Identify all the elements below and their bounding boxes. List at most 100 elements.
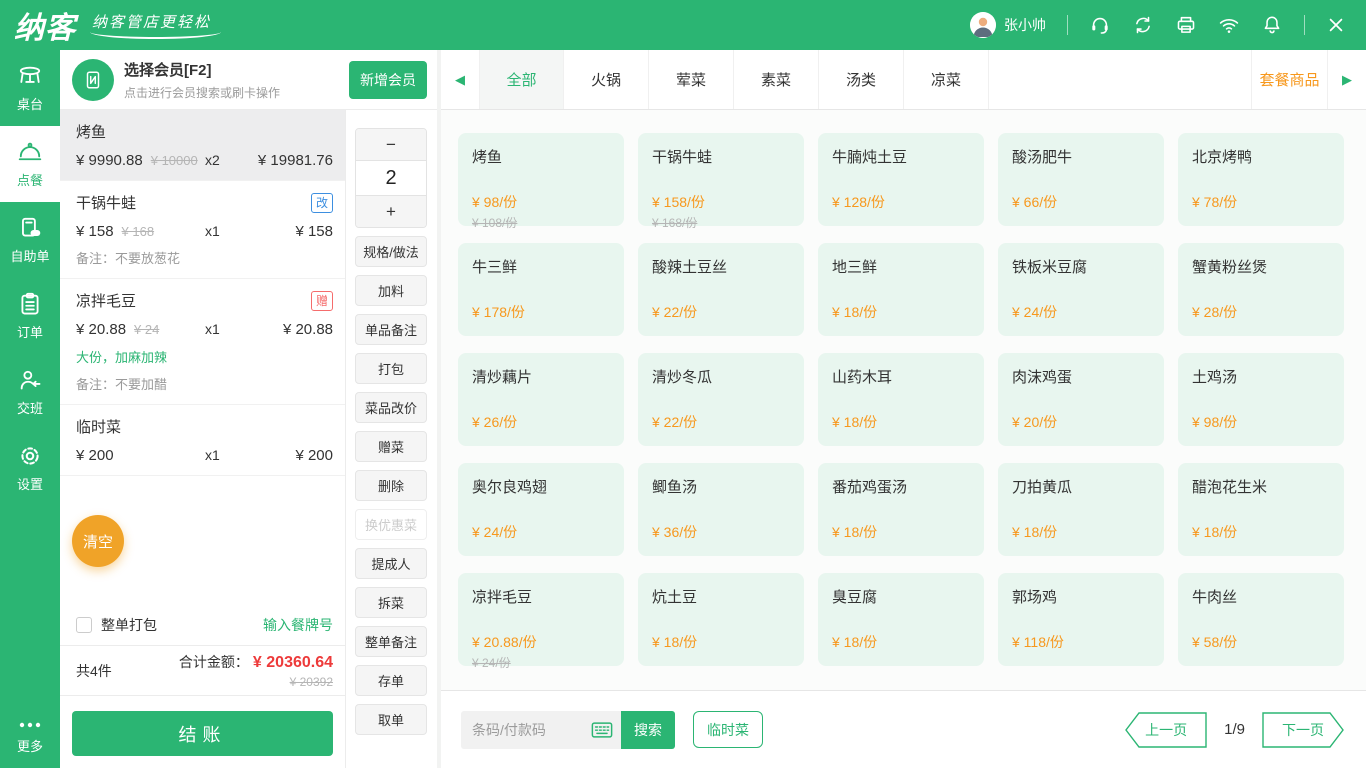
barcode-input[interactable] xyxy=(472,722,591,738)
sync-icon[interactable] xyxy=(1132,14,1154,36)
customer-service-icon[interactable] xyxy=(1089,14,1111,36)
wifi-icon[interactable] xyxy=(1218,14,1240,36)
menu-item-card[interactable]: 牛三鲜 ¥ 178/份 xyxy=(458,243,624,336)
sidebar-item-label: 自助单 xyxy=(10,246,49,265)
member-select-bar[interactable]: 选择会员[F2] 点击进行会员搜索或刷卡操作 新增会员 xyxy=(60,50,437,110)
menu-item-name: 郭场鸡 xyxy=(1012,586,1150,607)
category-tab[interactable]: 荤菜 xyxy=(649,50,734,109)
action-button[interactable]: 提成人 xyxy=(355,548,427,579)
tabs-scroll-right-icon[interactable]: ▶ xyxy=(1328,50,1366,109)
order-totals: 共4件 合计金额：¥ 20360.64 ¥ 20392 xyxy=(60,645,345,695)
menu-item-name: 酸辣土豆丝 xyxy=(652,256,790,277)
add-member-button[interactable]: 新增会员 xyxy=(349,61,427,99)
tabs-scroll-left-icon[interactable]: ◀ xyxy=(441,50,479,109)
category-tab[interactable]: 素菜 xyxy=(734,50,819,109)
search-button[interactable]: 搜索 xyxy=(621,711,675,749)
order-item-row[interactable]: 烤鱼 ¥ 9990.88 ¥ 10000 x2 ¥ 19981.76 xyxy=(60,110,345,181)
action-button[interactable]: 换优惠菜 xyxy=(355,509,427,540)
menu-item-card[interactable]: 刀拍黄瓜 ¥ 18/份 xyxy=(998,463,1164,556)
menu-item-card[interactable]: 鲫鱼汤 ¥ 36/份 xyxy=(638,463,804,556)
brand-logo: 纳客 纳客管店更轻松 xyxy=(0,3,211,47)
menu-area: ◀ 全部 火锅 荤菜 素菜 汤类 凉菜 套餐商品 ▶ 烤鱼 ¥ 98/份 xyxy=(437,50,1366,768)
menu-item-card[interactable]: 清炒冬瓜 ¥ 22/份 xyxy=(638,353,804,446)
menu-item-card[interactable]: 土鸡汤 ¥ 98/份 xyxy=(1178,353,1344,446)
menu-item-card[interactable]: 凉拌毛豆 ¥ 20.88/份 ¥ 24/份 xyxy=(458,573,624,666)
order-item-name: 临时菜 xyxy=(76,416,121,437)
action-button[interactable]: 存单 xyxy=(355,665,427,696)
printer-icon[interactable] xyxy=(1175,14,1197,36)
menu-item-card[interactable]: 醋泡花生米 ¥ 18/份 xyxy=(1178,463,1344,556)
sidebar-item-orders[interactable]: 订单 xyxy=(0,278,60,354)
quantity-plus-button[interactable]: + xyxy=(356,196,426,227)
menu-item-card[interactable]: 臭豆腐 ¥ 18/份 xyxy=(818,573,984,666)
action-button[interactable]: 拆菜 xyxy=(355,587,427,618)
action-button[interactable]: 单品备注 xyxy=(355,314,427,345)
modify-badge[interactable]: 改 xyxy=(311,193,333,213)
close-icon[interactable] xyxy=(1326,15,1346,35)
menu-item-card[interactable]: 牛肉丝 ¥ 58/份 xyxy=(1178,573,1344,666)
menu-item-card[interactable]: 酸辣土豆丝 ¥ 22/份 xyxy=(638,243,804,336)
quantity-value: 2 xyxy=(356,160,426,196)
sidebar-item-order-food[interactable]: 点餐 xyxy=(0,126,60,202)
notification-bell-icon[interactable] xyxy=(1261,14,1283,36)
quantity-minus-button[interactable]: − xyxy=(356,129,426,160)
category-tab[interactable]: 凉菜 xyxy=(904,50,989,109)
clear-order-button[interactable]: 清空 xyxy=(72,515,124,567)
action-button[interactable]: 删除 xyxy=(355,470,427,501)
action-button[interactable]: 整单备注 xyxy=(355,626,427,657)
member-select-title: 选择会员[F2] xyxy=(124,59,280,80)
order-item-row[interactable]: 凉拌毛豆 赠 ¥ 20.88 ¥ 24 x1 ¥ 20.88 大份，加麻加辣 备… xyxy=(60,279,345,405)
user-name: 张小帅 xyxy=(1004,15,1046,35)
menu-item-price: ¥ 22/份 xyxy=(652,412,790,432)
next-page-label: 下一页 xyxy=(1282,720,1324,740)
menu-item-name: 醋泡花生米 xyxy=(1192,476,1330,497)
menu-item-card[interactable]: 清炒藕片 ¥ 26/份 xyxy=(458,353,624,446)
menu-item-card[interactable]: 蟹黄粉丝煲 ¥ 28/份 xyxy=(1178,243,1344,336)
sidebar-item-label: 桌台 xyxy=(17,94,43,113)
action-button[interactable]: 菜品改价 xyxy=(355,392,427,423)
category-tab[interactable]: 全部 xyxy=(479,50,564,109)
menu-item-name: 山药木耳 xyxy=(832,366,970,387)
menu-item-card[interactable]: 郭场鸡 ¥ 118/份 xyxy=(998,573,1164,666)
action-button[interactable]: 加料 xyxy=(355,275,427,306)
menu-item-card[interactable]: 炕土豆 ¥ 18/份 xyxy=(638,573,804,666)
order-item-row[interactable]: 干锅牛蛙 改 ¥ 158 ¥ 168 x1 ¥ 158 备注：不要放葱花 xyxy=(60,181,345,279)
sidebar-item-tables[interactable]: 桌台 xyxy=(0,50,60,126)
category-tab[interactable]: 火锅 xyxy=(564,50,649,109)
menu-item-card[interactable]: 牛腩炖土豆 ¥ 128/份 xyxy=(818,133,984,226)
menu-item-card[interactable]: 烤鱼 ¥ 98/份 ¥ 108/份 xyxy=(458,133,624,226)
action-button[interactable]: 赠菜 xyxy=(355,431,427,462)
pack-whole-order-checkbox[interactable] xyxy=(76,617,92,633)
member-select-subtitle: 点击进行会员搜索或刷卡操作 xyxy=(124,84,280,101)
menu-item-card[interactable]: 肉沫鸡蛋 ¥ 20/份 xyxy=(998,353,1164,446)
keyboard-icon[interactable] xyxy=(591,721,613,739)
checkout-button[interactable]: 结账 xyxy=(72,711,333,756)
user-account[interactable]: 张小帅 xyxy=(970,12,1046,38)
menu-item-card[interactable]: 奥尔良鸡翅 ¥ 24/份 xyxy=(458,463,624,556)
sidebar-item-settings[interactable]: 设置 xyxy=(0,430,60,506)
menu-item-card[interactable]: 番茄鸡蛋汤 ¥ 18/份 xyxy=(818,463,984,556)
next-page-button[interactable]: 下一页 xyxy=(1262,712,1344,748)
menu-item-card[interactable]: 铁板米豆腐 ¥ 24/份 xyxy=(998,243,1164,336)
sidebar-item-self-order[interactable]: 自助单 xyxy=(0,202,60,278)
menu-item-name: 奥尔良鸡翅 xyxy=(472,476,610,497)
action-button[interactable]: 打包 xyxy=(355,353,427,384)
sidebar-item-shift[interactable]: 交班 xyxy=(0,354,60,430)
menu-item-name: 蟹黄粉丝煲 xyxy=(1192,256,1330,277)
menu-item-card[interactable]: 山药木耳 ¥ 18/份 xyxy=(818,353,984,446)
combo-products-tab[interactable]: 套餐商品 xyxy=(1251,50,1328,109)
category-tab[interactable]: 汤类 xyxy=(819,50,904,109)
enter-table-number-link[interactable]: 输入餐牌号 xyxy=(263,615,333,635)
barcode-input-wrap xyxy=(461,711,621,749)
menu-item-card[interactable]: 北京烤鸭 ¥ 78/份 xyxy=(1178,133,1344,226)
sidebar-item-label: 设置 xyxy=(17,474,43,493)
menu-item-card[interactable]: 酸汤肥牛 ¥ 66/份 xyxy=(998,133,1164,226)
order-item-row[interactable]: 临时菜 ¥ 200 x1 ¥ 200 xyxy=(60,405,345,476)
menu-item-card[interactable]: 干锅牛蛙 ¥ 158/份 ¥ 168/份 xyxy=(638,133,804,226)
action-button[interactable]: 规格/做法 xyxy=(355,236,427,267)
sidebar-item-more[interactable]: 更多 xyxy=(0,706,60,768)
menu-item-card[interactable]: 地三鲜 ¥ 18/份 xyxy=(818,243,984,336)
prev-page-button[interactable]: 上一页 xyxy=(1125,712,1207,748)
action-button[interactable]: 取单 xyxy=(355,704,427,735)
temp-dish-button[interactable]: 临时菜 xyxy=(693,711,763,748)
